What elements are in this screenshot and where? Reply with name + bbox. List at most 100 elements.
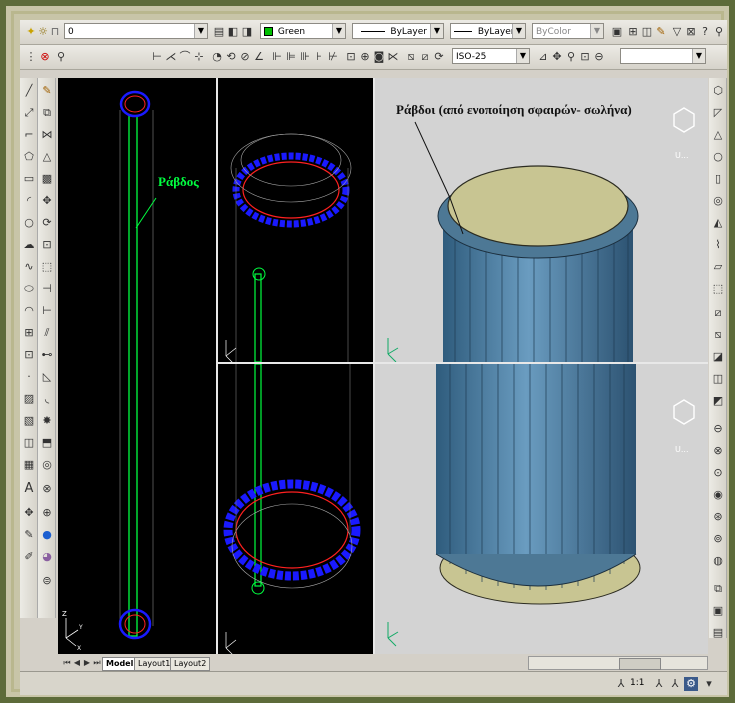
chamfer-icon[interactable]: ◺ — [40, 370, 54, 384]
dim-text-edit-icon[interactable]: ⧄ — [418, 50, 432, 64]
tool-palettes-icon[interactable]: ◫ — [640, 25, 654, 39]
horizontal-scrollbar[interactable] — [528, 656, 708, 670]
revcloud-icon[interactable]: ☁ — [22, 238, 36, 252]
gradient-icon[interactable]: ▧ — [22, 414, 36, 428]
arc-icon[interactable]: ◜ — [22, 194, 36, 208]
render-icon[interactable]: ◕ — [40, 550, 54, 564]
tab-layout1[interactable]: Layout1 — [134, 657, 175, 671]
move-icon[interactable]: ✥ — [22, 506, 36, 520]
sweep-icon[interactable]: ⊗ — [40, 482, 54, 496]
viewport-left[interactable]: Ράβδος Z Y X — [58, 78, 216, 654]
box-icon[interactable]: ⬚ — [711, 282, 725, 296]
subtract-icon[interactable]: ⊖ — [711, 422, 725, 436]
baseline-dim-icon[interactable]: ⊫ — [284, 50, 298, 64]
inspect-icon[interactable]: ◙ — [372, 50, 386, 64]
ellipse-arc-icon[interactable]: ◠ — [22, 304, 36, 318]
angular-dim-icon[interactable]: ∠ — [252, 50, 266, 64]
lock-icon[interactable]: ▾ — [702, 677, 716, 691]
stretch-icon[interactable]: ⬚ — [40, 260, 54, 274]
help-icon[interactable]: ? — [698, 25, 712, 39]
explode-icon[interactable]: ✸ — [40, 414, 54, 428]
edit-icon[interactable]: ✐ — [22, 550, 36, 564]
color-combo[interactable]: Green ▼ — [260, 23, 346, 39]
viewport-3d-bottom[interactable]: U... — [375, 364, 708, 654]
circle-icon[interactable]: ○ — [22, 216, 36, 230]
table-icon[interactable]: ▦ — [22, 458, 36, 472]
hatch-icon[interactable]: ▨ — [22, 392, 36, 406]
plotstyle-combo[interactable]: ByColor ▼ — [532, 23, 604, 39]
diameter-dim-icon[interactable]: ⊘ — [238, 50, 252, 64]
break-icon[interactable]: ⫽ — [40, 326, 54, 340]
layer-combo[interactable]: 0 ▼ — [64, 23, 208, 39]
offset-icon[interactable]: △ — [40, 150, 54, 164]
jogged-linear-icon[interactable]: ⋉ — [386, 50, 400, 64]
pyramid-icon[interactable]: ◭ — [711, 216, 725, 230]
lineweight-combo[interactable]: ByLayer ▼ — [450, 23, 526, 39]
fillet-icon[interactable]: ◟ — [40, 392, 54, 406]
layer-states-icon[interactable]: ▤ — [711, 626, 725, 640]
aligned-dim-icon[interactable]: ⋌ — [164, 50, 178, 64]
planar-icon[interactable]: ▱ — [711, 260, 725, 274]
calc-icon[interactable]: ⊠ — [684, 25, 698, 39]
check-icon[interactable]: ⊛ — [711, 510, 725, 524]
quick-dim-icon[interactable]: ⊩ — [270, 50, 284, 64]
annotation-scale-icon[interactable]: ⅄ — [614, 677, 628, 691]
polyline-icon[interactable]: ⌐ — [22, 128, 36, 142]
continue-dim-icon[interactable]: ⊪ — [298, 50, 312, 64]
linetype-combo[interactable]: ByLayer ▼ — [352, 23, 444, 39]
linear-dim-icon[interactable]: ⊢ — [150, 50, 164, 64]
intersect-icon[interactable]: ⊗ — [711, 444, 725, 458]
mirror-icon[interactable]: ⋈ — [40, 128, 54, 142]
dim-style-icon[interactable]: ⊿ — [536, 50, 550, 64]
pencil-icon[interactable]: ✎ — [22, 528, 36, 542]
jogged-dim-icon[interactable]: ⟲ — [224, 50, 238, 64]
mtext-icon[interactable]: A — [22, 482, 36, 496]
trim-icon[interactable]: ⊣ — [40, 282, 54, 296]
arc-length-icon[interactable]: ⌒ — [178, 50, 192, 64]
line-icon[interactable]: ╱ — [22, 84, 36, 98]
sphere-icon[interactable]: ● — [40, 528, 54, 542]
construction-line-icon[interactable]: ⤢ — [22, 106, 36, 120]
viewport-3d-top[interactable]: Ράβδοι (από ενοποίηση σφαιρών- σωλήνα) U… — [375, 78, 708, 363]
rectangle-icon[interactable]: ▭ — [22, 172, 36, 186]
erase-icon[interactable]: ✎ — [40, 84, 54, 98]
copy-faces-icon[interactable]: ⧉ — [711, 582, 725, 596]
zoom-icon[interactable]: ⚲ — [712, 25, 726, 39]
wedge-icon[interactable]: ◸ — [711, 106, 725, 120]
annotation-visibility-icon[interactable]: ⅄ — [652, 677, 666, 691]
imprint-icon[interactable]: ◩ — [711, 394, 725, 408]
separate-icon[interactable]: ◍ — [711, 554, 725, 568]
snap-icon[interactable]: ⊗ — [38, 50, 52, 64]
viewport-middle-top[interactable] — [218, 78, 373, 365]
radius-dim-icon[interactable]: ◔ — [210, 50, 224, 64]
ordinate-dim-icon[interactable]: ⊹ — [192, 50, 206, 64]
make-block-icon[interactable]: ⊡ — [22, 348, 36, 362]
layer-match-icon[interactable]: ◨ — [240, 25, 254, 39]
zoom-realtime-icon[interactable]: ⚲ — [564, 50, 578, 64]
annotation-scale-value[interactable]: 1:1 — [630, 678, 644, 688]
union-icon[interactable]: ⊕ — [40, 506, 54, 520]
query-icon[interactable]: ⚲ — [54, 50, 68, 64]
dim-update-icon[interactable]: ⟳ — [432, 50, 446, 64]
copy-icon[interactable]: ⧉ — [40, 106, 54, 120]
viewport-scale-combo[interactable]: ▼ — [620, 48, 706, 64]
cone-icon[interactable]: △ — [711, 128, 725, 142]
join-icon[interactable]: ⊷ — [40, 348, 54, 362]
auto-scale-icon[interactable]: ⅄ — [668, 677, 682, 691]
clean-icon[interactable]: ⊚ — [711, 532, 725, 546]
section-icon[interactable]: ⧅ — [711, 328, 725, 342]
rotate-icon[interactable]: ⟳ — [40, 216, 54, 230]
viewports-area[interactable]: Ράβδος Z Y X Ράβδοι (από ενοποίηση σφαιρ… — [58, 78, 708, 654]
dim-space-icon[interactable]: ⊦ — [312, 50, 326, 64]
scale-icon[interactable]: ⊡ — [40, 238, 54, 252]
array-icon[interactable]: ▩ — [40, 172, 54, 186]
point-icon[interactable]: · — [22, 370, 36, 384]
zoom-window-icon[interactable]: ⊡ — [578, 50, 592, 64]
cylinder-icon[interactable]: ▯ — [711, 172, 725, 186]
materials-icon[interactable]: ⊜ — [40, 574, 54, 588]
slice-icon[interactable]: ⧄ — [711, 306, 725, 320]
layer-properties-icon[interactable]: ▤ — [212, 25, 226, 39]
markup-icon[interactable]: ✎ — [654, 25, 668, 39]
layer-lock-icon[interactable]: ⊓ — [48, 25, 62, 39]
thicken-icon[interactable]: ◫ — [711, 372, 725, 386]
